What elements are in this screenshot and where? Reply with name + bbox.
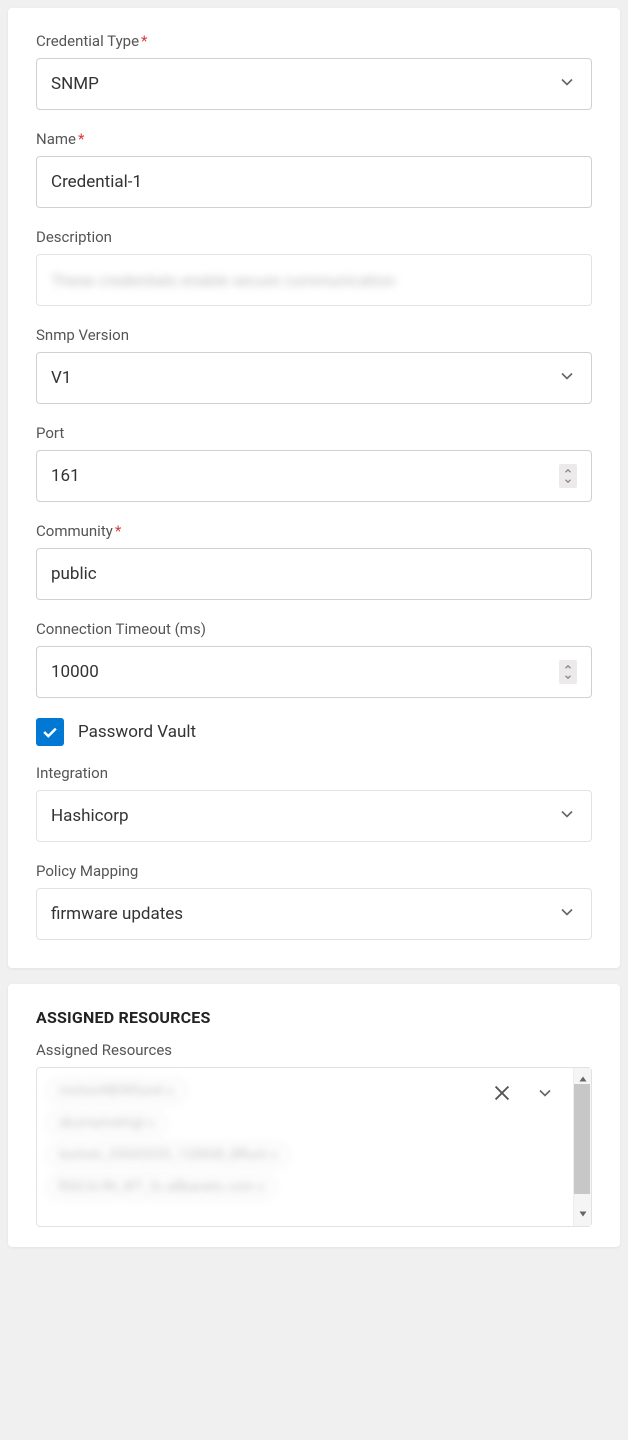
required-star: * <box>115 522 121 540</box>
description-field: Description These credentials enable sec… <box>36 228 592 306</box>
stepper-up-icon <box>563 662 573 672</box>
policy-mapping-value: firmware updates <box>51 904 183 924</box>
stepper-down-icon <box>563 672 573 682</box>
description-blurred-text: These credentials enable secure communic… <box>51 271 395 290</box>
credential-type-select[interactable]: SNMP <box>36 58 592 110</box>
integration-field: Integration Hashicorp <box>36 764 592 842</box>
credential-type-value: SNMP <box>51 74 99 94</box>
number-stepper[interactable] <box>559 660 577 684</box>
check-icon <box>40 722 60 742</box>
timeout-label: Connection Timeout (ms) <box>36 620 592 638</box>
scroll-down-icon[interactable] <box>577 1205 589 1224</box>
assigned-resources-heading: ASSIGNED RESOURCES <box>36 1008 592 1027</box>
port-label: Port <box>36 424 592 442</box>
assigned-resources-card: ASSIGNED RESOURCES Assigned Resources mo… <box>8 984 620 1247</box>
clear-icon[interactable] <box>491 1082 513 1108</box>
integration-value: Hashicorp <box>51 806 129 826</box>
chevron-down-icon <box>557 72 577 97</box>
scroll-thumb[interactable] <box>574 1084 590 1194</box>
snmp-version-value: V1 <box>51 368 71 388</box>
integration-label: Integration <box>36 764 592 782</box>
chevron-down-icon <box>557 804 577 829</box>
name-field: Name* <box>36 130 592 208</box>
community-label: Community* <box>36 522 592 540</box>
assigned-resources-multiselect[interactable]: motionNEWSunit x skumametrigt x testnet_… <box>36 1067 592 1227</box>
timeout-input-wrap <box>36 646 592 698</box>
name-input[interactable] <box>51 172 577 192</box>
timeout-input[interactable] <box>51 662 559 682</box>
required-star: * <box>78 130 84 148</box>
port-input[interactable] <box>51 466 559 486</box>
description-label: Description <box>36 228 592 246</box>
stepper-up-icon <box>563 466 573 476</box>
policy-mapping-select[interactable]: firmware updates <box>36 888 592 940</box>
scrollbar[interactable] <box>573 1068 591 1226</box>
required-star: * <box>141 32 147 50</box>
community-input-wrap <box>36 548 592 600</box>
multiselect-controls <box>491 1082 555 1108</box>
password-vault-row: Password Vault <box>36 718 592 746</box>
chevron-down-icon[interactable] <box>535 1083 555 1107</box>
policy-mapping-label: Policy Mapping <box>36 862 592 880</box>
description-input[interactable]: These credentials enable secure communic… <box>36 254 592 306</box>
password-vault-label: Password Vault <box>78 722 196 742</box>
resource-chip[interactable]: testnet_20042020_120838_Bflunt x <box>47 1143 289 1167</box>
chevron-down-icon <box>557 902 577 927</box>
credential-type-field: Credential Type* SNMP <box>36 32 592 110</box>
name-input-wrap <box>36 156 592 208</box>
snmp-version-select[interactable]: V1 <box>36 352 592 404</box>
resource-chip[interactable]: motionNEWSunit x <box>47 1079 186 1103</box>
community-field: Community* <box>36 522 592 600</box>
resource-chip[interactable]: RISCA/IN_WT_fo.allbanets.com x <box>47 1175 276 1199</box>
number-stepper[interactable] <box>559 464 577 488</box>
integration-select[interactable]: Hashicorp <box>36 790 592 842</box>
timeout-field: Connection Timeout (ms) <box>36 620 592 698</box>
assigned-resources-label: Assigned Resources <box>36 1041 592 1059</box>
port-input-wrap <box>36 450 592 502</box>
port-field: Port <box>36 424 592 502</box>
credential-type-label: Credential Type* <box>36 32 592 50</box>
password-vault-checkbox[interactable] <box>36 718 64 746</box>
community-input[interactable] <box>51 564 577 584</box>
name-label: Name* <box>36 130 592 148</box>
stepper-down-icon <box>563 476 573 486</box>
policy-mapping-field: Policy Mapping firmware updates <box>36 862 592 940</box>
credential-form-card: Credential Type* SNMP Name* Description … <box>8 8 620 968</box>
snmp-version-field: Snmp Version V1 <box>36 326 592 404</box>
resource-chip[interactable]: skumametrigt x <box>47 1111 166 1135</box>
chevron-down-icon <box>557 366 577 391</box>
snmp-version-label: Snmp Version <box>36 326 592 344</box>
